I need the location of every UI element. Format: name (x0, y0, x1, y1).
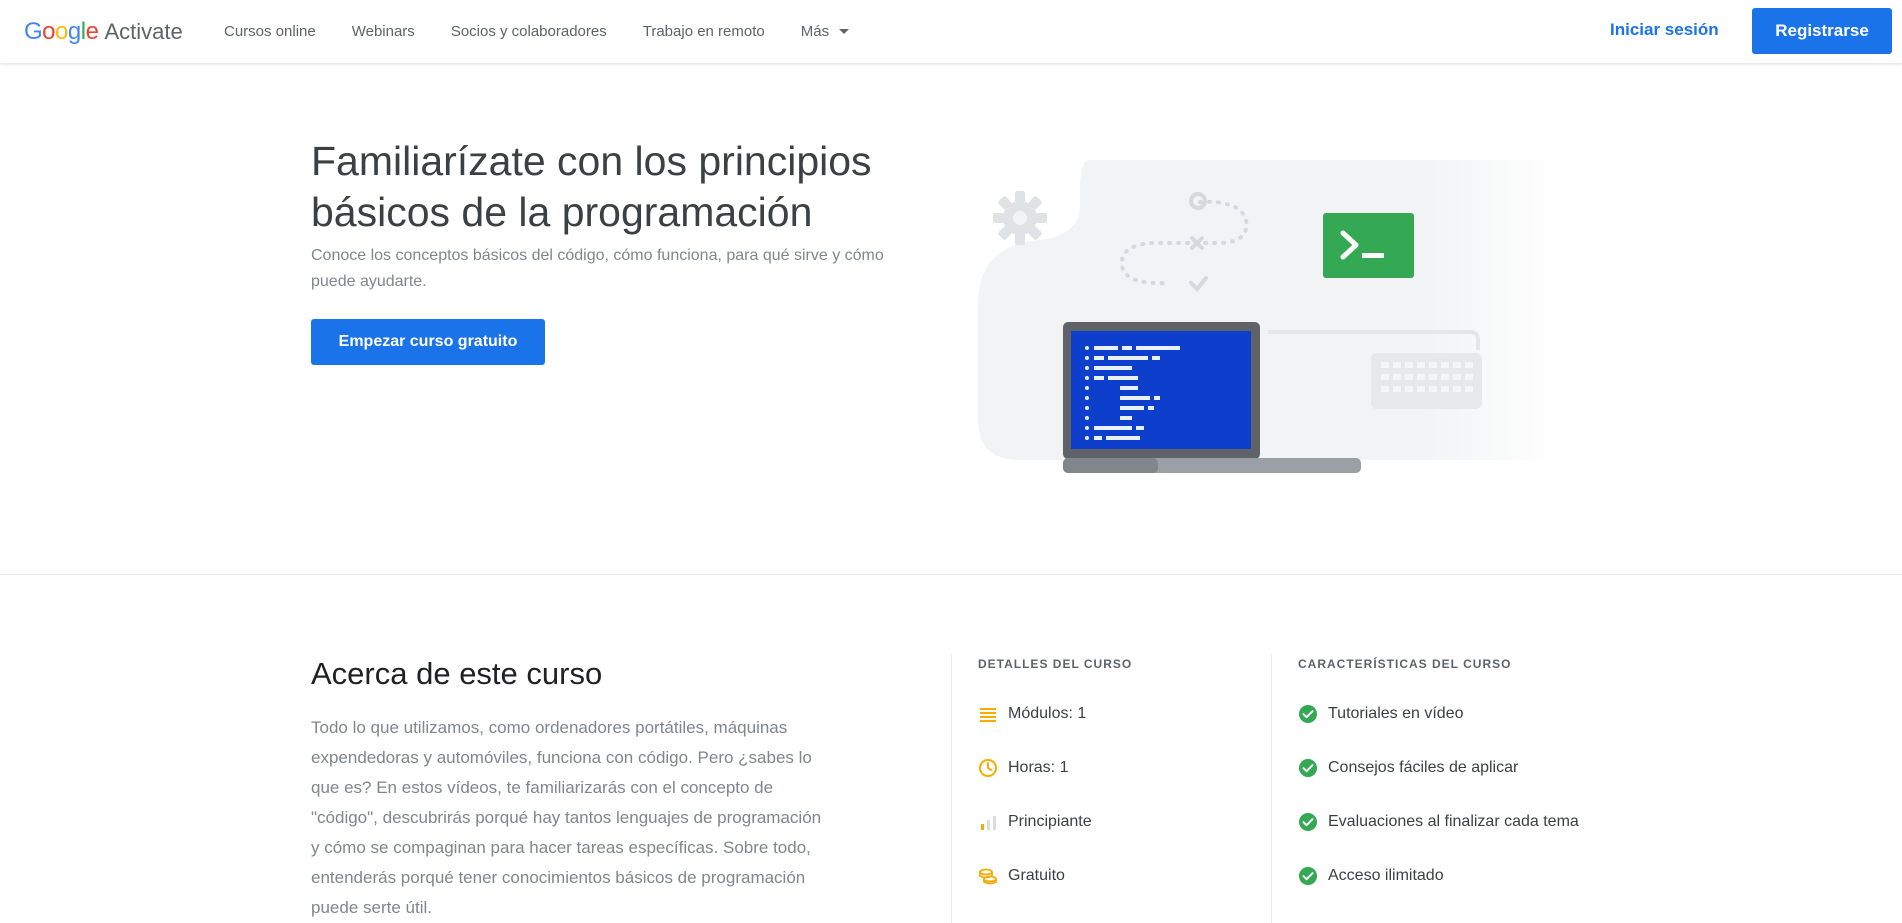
nav-mas-dropdown[interactable]: Más (800, 23, 850, 40)
check-circle-icon (1298, 704, 1318, 724)
feature-assessments: Evaluaciones al finalizar cada tema (1298, 812, 1579, 832)
hero-title: Familiarízate con los principios básicos… (311, 138, 872, 235)
nav-cursos-online[interactable]: Cursos online (224, 23, 316, 40)
clock-icon (978, 758, 998, 778)
detail-modules: Módulos: 1 (978, 704, 1086, 724)
list-icon (978, 704, 998, 724)
check-circle-icon (1298, 812, 1318, 832)
detail-level: Principiante (978, 812, 1092, 832)
column-divider (951, 655, 952, 923)
section-divider (0, 574, 1902, 575)
logo-letter: e (85, 18, 99, 45)
hero-illustration (970, 150, 1570, 480)
about-description: Todo lo que utilizamos, como ordenadores… (311, 718, 822, 917)
details-heading: DETALLES DEL CURSO (978, 657, 1133, 671)
detail-label: Principiante (1008, 813, 1092, 830)
register-button[interactable]: Registrarse (1752, 8, 1892, 54)
coding-illustration (978, 160, 1560, 473)
start-course-button[interactable]: Empezar curso gratuito (311, 319, 545, 365)
google-activate-logo[interactable]: Google Activate (24, 18, 183, 46)
feature-unlimited-access: Acceso ilimitado (1298, 866, 1444, 886)
nav-webinars[interactable]: Webinars (352, 23, 415, 40)
nav-label: Webinars (351, 23, 415, 40)
terminal-icon (1323, 213, 1414, 278)
nav-label: Más (800, 23, 830, 40)
signin-link[interactable]: Iniciar sesión (1610, 20, 1719, 40)
nav-trabajo-remoto[interactable]: Trabajo en remoto (643, 23, 765, 40)
check-circle-icon (1298, 866, 1318, 886)
feature-label: Tutoriales en vídeo (1328, 705, 1464, 722)
nav-label: Cursos online (224, 23, 316, 40)
google-logo-word: Google (24, 18, 99, 46)
feature-video: Tutoriales en vídeo (1298, 704, 1463, 724)
product-name: Activate (104, 19, 183, 44)
feature-tips: Consejos fáciles de aplicar (1298, 758, 1518, 778)
features-heading: CARACTERÍSTICAS DEL CURSO (1298, 657, 1512, 671)
detail-label: Gratuito (1008, 867, 1065, 884)
keyboard-icon (1371, 353, 1482, 409)
main-nav: Cursos online Webinars Socios y colabora… (224, 0, 850, 63)
nav-label: Trabajo en remoto (642, 23, 765, 40)
check-circle-icon (1298, 758, 1318, 778)
column-divider (1271, 655, 1272, 923)
feature-label: Acceso ilimitado (1328, 867, 1444, 884)
detail-label: Módulos: 1 (1008, 705, 1087, 722)
nav-label: Socios y colaboradores (450, 23, 607, 40)
logo-letter: o (42, 18, 56, 45)
logo-letter: o (55, 18, 68, 45)
feature-label: Evaluaciones al finalizar cada tema (1328, 813, 1579, 830)
feature-label: Consejos fáciles de aplicar (1328, 759, 1519, 776)
gear-icon (993, 191, 1047, 245)
caret-down-icon (839, 29, 850, 34)
logo-letter: G (24, 18, 43, 45)
detail-price: Gratuito (978, 866, 1065, 886)
coins-icon (978, 866, 998, 886)
about-title: Acerca de este curso (311, 656, 603, 691)
detail-hours: Horas: 1 (978, 758, 1068, 778)
hero-subtitle: Conoce los conceptos básicos del código,… (311, 247, 884, 290)
detail-label: Horas: 1 (1008, 759, 1069, 776)
logo-letter: g (67, 18, 81, 45)
top-header: Google Activate Cursos online Webinars S… (0, 0, 1902, 63)
nav-socios[interactable]: Socios y colaboradores (451, 23, 607, 40)
level-bars-icon (978, 812, 998, 832)
